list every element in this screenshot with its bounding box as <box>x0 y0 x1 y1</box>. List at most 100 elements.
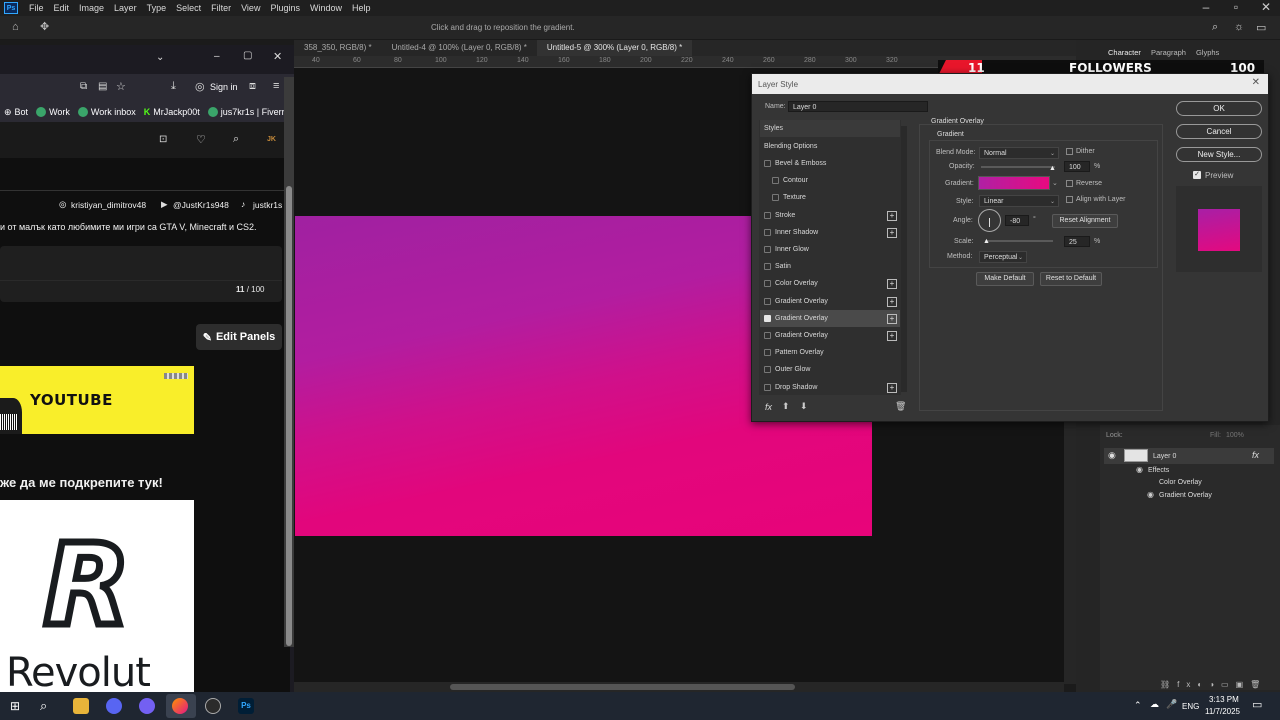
photoshop-taskbar-icon[interactable]: Ps <box>238 698 254 714</box>
effect-color-overlay[interactable]: Color Overlay <box>1159 475 1202 489</box>
reset-to-default-button[interactable]: Reset to Default <box>1040 272 1102 286</box>
style-item-checkbox[interactable] <box>764 366 771 374</box>
style-item[interactable]: Gradient Overlay <box>760 327 900 344</box>
style-item-checkbox[interactable] <box>764 160 771 167</box>
bookmark-mrjackp00t[interactable]: K MrJackp00t <box>144 107 200 117</box>
method-select[interactable]: Perceptual ⌄ <box>979 251 1027 263</box>
add-effect-plus-icon[interactable]: + <box>887 313 897 324</box>
move-tool-icon[interactable]: ✥ <box>40 20 49 33</box>
ff-minimize-icon[interactable]: – <box>214 51 220 62</box>
gradient-overlay-eye-icon[interactable]: ◉ <box>1147 490 1154 499</box>
style-item-checkbox[interactable] <box>764 280 771 288</box>
bookmark-work-inbox[interactable]: Work inbox <box>77 107 136 117</box>
dither-checkbox[interactable] <box>1066 148 1073 155</box>
style-item-checkbox[interactable] <box>764 332 771 339</box>
sign-in-button[interactable]: Sign in <box>210 82 238 92</box>
style-item[interactable]: Contour <box>760 172 900 189</box>
fx-icon[interactable]: fx <box>1252 450 1259 460</box>
style-item-checkbox[interactable] <box>764 228 771 236</box>
social-tiktok[interactable]: justkr1s <box>253 200 282 210</box>
add-effect-plus-icon[interactable]: + <box>887 331 897 341</box>
downloads-icon[interactable]: ⤓ <box>171 80 176 93</box>
ff-maximize-icon[interactable]: ▢ <box>243 50 252 61</box>
language-indicator[interactable]: ENG <box>1182 702 1199 711</box>
bookmark-star-icon[interactable]: ☆ <box>116 80 126 93</box>
delete-trash-icon[interactable]: 🗑 <box>895 401 906 412</box>
add-effect-plus-icon[interactable]: + <box>887 279 897 290</box>
style-item[interactable]: Pattern Overlay <box>760 344 900 361</box>
menu-image[interactable]: Image <box>74 3 109 13</box>
new-style-button[interactable]: New Style... <box>1176 147 1262 162</box>
search-icon[interactable]: ⌕ <box>1212 21 1218 34</box>
visibility-eye-icon[interactable]: ◉ <box>1108 450 1116 461</box>
page-scroll-thumb[interactable] <box>286 186 292 646</box>
file-explorer-icon[interactable] <box>73 698 89 714</box>
add-effect-plus-icon[interactable]: + <box>887 227 897 238</box>
preview-checkbox[interactable]: ✓ <box>1193 171 1201 179</box>
menu-plugins[interactable]: Plugins <box>265 3 305 13</box>
menu-window[interactable]: Window <box>305 3 347 13</box>
style-item-checkbox[interactable] <box>764 297 771 305</box>
opacity-slider-handle[interactable]: ▲ <box>1049 165 1056 172</box>
canvas-scroll-thumb[interactable] <box>450 684 795 690</box>
style-item[interactable]: Bevel & Emboss <box>760 155 900 172</box>
add-effect-plus-icon[interactable]: + <box>887 296 897 307</box>
blending-options-item[interactable]: Blending Options <box>760 138 900 155</box>
reset-alignment-button[interactable]: Reset Alignment <box>1052 214 1118 228</box>
notification-icon[interactable]: ▭ <box>1252 698 1262 711</box>
tab-doc-3[interactable]: Untitled-5 @ 300% (Layer 0, RGB/8) * <box>536 40 693 56</box>
style-item[interactable]: Gradient Overlay <box>760 293 900 310</box>
bookmark-work[interactable]: Work <box>36 107 70 117</box>
style-select[interactable]: Linear ⌄ <box>979 195 1059 207</box>
reverse-checkbox[interactable] <box>1066 180 1073 187</box>
opacity-field[interactable]: 100 <box>1064 161 1090 172</box>
profile-avatar[interactable]: JK <box>267 136 276 143</box>
obs-icon[interactable] <box>205 698 221 714</box>
clock-time[interactable]: 3:13 PM <box>1209 695 1239 704</box>
fx-menu-icon[interactable]: fx <box>765 402 772 412</box>
account-icon[interactable]: ◎ <box>195 80 205 93</box>
social-youtube[interactable]: @JustKr1s948 <box>173 200 229 210</box>
fill-value[interactable]: 100% <box>1226 432 1244 439</box>
taskbar-search-icon[interactable]: ⌕ <box>40 698 47 714</box>
tray-chevron-icon[interactable]: ⌃ <box>1134 700 1142 711</box>
viber-icon[interactable] <box>139 698 155 714</box>
move-down-icon[interactable]: ⬇ <box>800 401 808 412</box>
menu-view[interactable]: View <box>236 3 265 13</box>
style-item-checkbox[interactable] <box>764 211 771 219</box>
menu-hamburger-icon[interactable]: ≡ <box>273 80 279 92</box>
network-icon[interactable]: ☁ <box>1150 699 1159 710</box>
scale-slider-handle[interactable]: ▲ <box>983 238 990 245</box>
discord-icon[interactable] <box>106 698 122 714</box>
style-item[interactable]: Inner Shadow <box>760 224 900 241</box>
lightbulb-icon[interactable]: ☼ <box>1234 21 1244 33</box>
microphone-icon[interactable]: 🎤 <box>1166 699 1177 710</box>
scale-slider-track[interactable] <box>985 240 1053 242</box>
style-item[interactable]: Texture <box>760 189 900 206</box>
styles-scrollbar[interactable] <box>901 126 907 392</box>
screenshot-icon[interactable]: ⧉ <box>80 81 87 92</box>
layers-footer-icons[interactable]: ⛓fx◐◑▭▣🗑 <box>1160 680 1270 690</box>
style-item[interactable]: Satin <box>760 258 900 275</box>
dialog-close-icon[interactable]: ✕ <box>1252 77 1260 88</box>
move-up-icon[interactable]: ⬆ <box>782 401 790 412</box>
heart-icon[interactable]: ♡ <box>196 133 206 146</box>
name-field[interactable]: Layer 0 <box>788 101 928 112</box>
clock-date[interactable]: 11/7/2025 <box>1205 707 1240 716</box>
add-effect-plus-icon[interactable]: + <box>887 382 897 393</box>
effect-gradient-overlay[interactable]: Gradient Overlay <box>1159 488 1212 502</box>
gradient-swatch[interactable] <box>978 176 1050 190</box>
style-item[interactable]: Drop Shadow <box>760 379 900 396</box>
minimize-icon[interactable]: – <box>1196 0 1216 14</box>
bookmark-bot[interactable]: ⊕ Bot <box>4 107 28 118</box>
align-with-layer-checkbox[interactable] <box>1066 196 1073 203</box>
menu-type[interactable]: Type <box>142 3 172 13</box>
style-item-checkbox[interactable] <box>764 314 771 322</box>
store-icon[interactable]: ⊡ <box>159 134 167 145</box>
angle-field[interactable]: -80 <box>1005 215 1029 226</box>
add-effect-plus-icon[interactable]: + <box>887 210 897 221</box>
style-item[interactable]: Inner Glow <box>760 241 900 258</box>
opacity-slider-track[interactable] <box>981 166 1055 168</box>
extensions-icon[interactable]: ⧈ <box>249 80 256 93</box>
ok-button[interactable]: OK <box>1176 101 1262 116</box>
